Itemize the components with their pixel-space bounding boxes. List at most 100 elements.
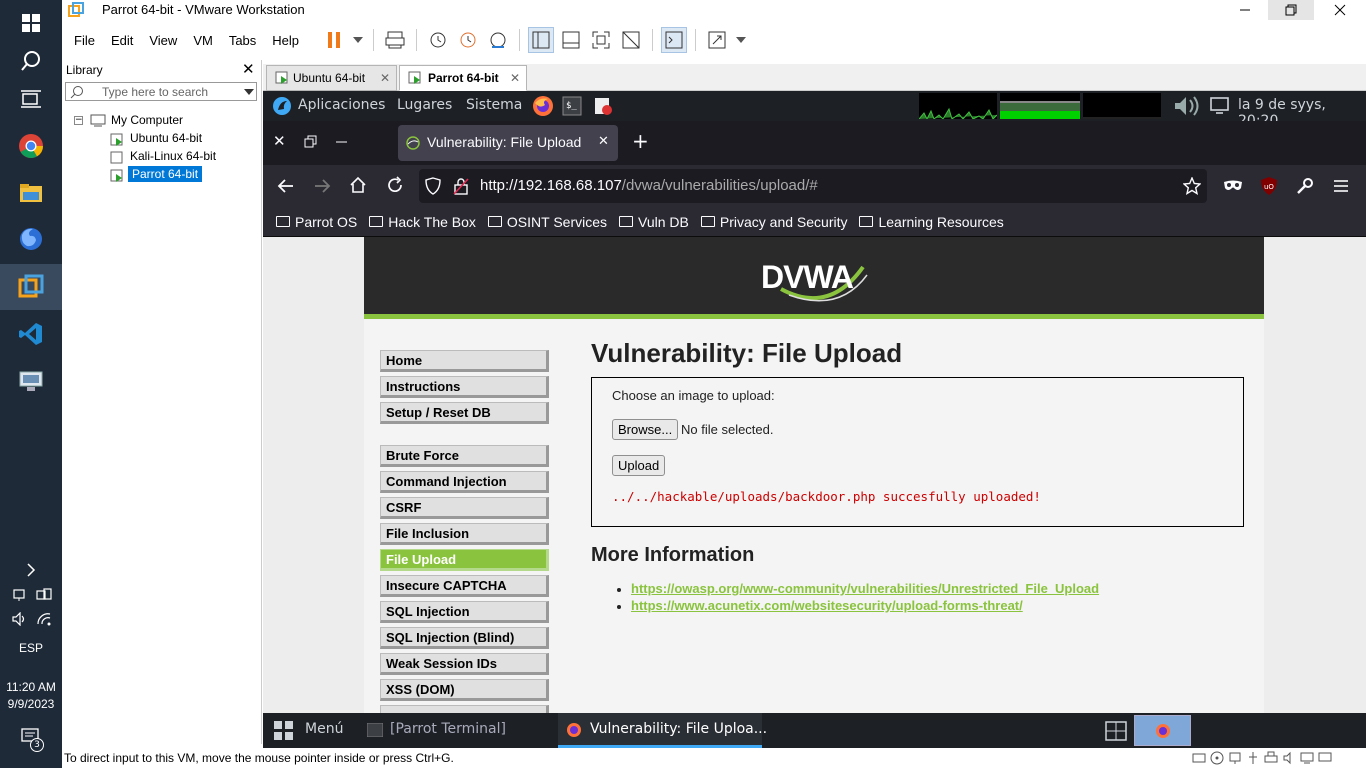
close-tab-icon[interactable]: ✕ — [510, 71, 520, 85]
hard-disk-icon[interactable] — [1192, 751, 1206, 765]
console-view-button[interactable] — [661, 27, 688, 53]
ublock-origin-icon[interactable]: uO — [1260, 176, 1278, 196]
tab-ubuntu[interactable]: Ubuntu 64-bit ✕ — [266, 65, 397, 91]
cd-drive-icon[interactable] — [1210, 751, 1224, 765]
restore-button[interactable] — [1268, 0, 1314, 20]
task-view-button[interactable] — [0, 76, 62, 122]
close-tab-icon[interactable]: ✕ — [598, 134, 609, 149]
usb-icon[interactable] — [1246, 751, 1260, 765]
close-tab-icon[interactable]: ✕ — [380, 71, 390, 85]
nav-command-injection[interactable]: Command Injection — [380, 471, 549, 493]
bookmark-hack-the-box[interactable]: Hack The Box — [369, 214, 476, 230]
file-explorer-taskbar-button[interactable] — [0, 170, 62, 216]
volume-icon[interactable] — [12, 612, 28, 626]
menu-lugares[interactable]: Lugares — [397, 97, 452, 113]
minimize-button[interactable] — [1222, 0, 1268, 20]
terminal-launcher-icon[interactable]: $_ — [562, 96, 582, 116]
home-icon[interactable] — [349, 176, 367, 194]
wifi-icon[interactable] — [36, 612, 52, 626]
private-mask-icon[interactable] — [1223, 178, 1243, 194]
taskbar-terminal[interactable]: [Parrot Terminal] — [390, 721, 506, 737]
firefox-taskbar-button[interactable] — [0, 216, 62, 262]
nav-sql-injection-blind[interactable]: SQL Injection (Blind) — [380, 627, 549, 649]
stretch-dropdown[interactable] — [734, 27, 748, 53]
workspace-1-active[interactable] — [1134, 715, 1191, 746]
nav-insecure-captcha[interactable]: Insecure CAPTCHA — [380, 575, 549, 597]
restore-icon[interactable] — [304, 135, 318, 149]
reload-icon[interactable] — [386, 176, 404, 194]
vmware-taskbar-button[interactable] — [0, 264, 62, 310]
nav-xss-dom[interactable]: XSS (DOM) — [380, 679, 549, 701]
menu-aplicaciones[interactable]: Aplicaciones — [298, 97, 385, 113]
input-language[interactable]: ESP — [0, 641, 62, 655]
clock-time[interactable]: 11:20 AM — [0, 680, 62, 694]
screenshot-launcher-icon[interactable] — [593, 96, 613, 116]
nav-home[interactable]: Home — [380, 350, 549, 372]
guest-screen[interactable]: Aplicaciones Lugares Sistema $_ la 9 de … — [263, 91, 1366, 748]
vscode-taskbar-button[interactable] — [0, 311, 62, 357]
power-dropdown[interactable] — [351, 27, 365, 53]
acunetix-link[interactable]: https://www.acunetix.com/websitesecurity… — [631, 598, 1023, 613]
full-screen-button[interactable] — [588, 27, 614, 53]
wrench-icon[interactable] — [1296, 177, 1314, 195]
bookmark-osint-services[interactable]: OSINT Services — [487, 214, 607, 230]
close-library-button[interactable]: ✕ — [242, 60, 255, 78]
tree-root-my-computer[interactable]: My Computer — [111, 113, 183, 127]
bookmark-parrot-os[interactable]: Parrot OS — [276, 214, 357, 230]
menu-file[interactable]: File — [62, 33, 103, 48]
menu-edit[interactable]: Edit — [103, 33, 141, 48]
bookmark-vuln-db[interactable]: Vuln DB — [619, 214, 689, 230]
nav-weak-session-ids[interactable]: Weak Session IDs — [380, 653, 549, 675]
sound-card-icon[interactable] — [1282, 751, 1296, 765]
snapshot-manager-button[interactable] — [485, 27, 511, 53]
remote-desktop-taskbar-button[interactable] — [0, 358, 62, 404]
bookmark-star-icon[interactable] — [1183, 177, 1201, 195]
caret-down-icon[interactable] — [244, 89, 254, 95]
tree-collapse-toggle[interactable]: − — [74, 116, 83, 125]
minimize-icon[interactable] — [335, 135, 349, 149]
show-library-button[interactable] — [528, 27, 555, 53]
insecure-lock-icon[interactable] — [453, 177, 469, 195]
nav-next-item-partial[interactable] — [380, 705, 549, 713]
menu-tabs[interactable]: Tabs — [221, 33, 264, 48]
notification-center-button[interactable]: 3 — [21, 728, 45, 754]
shield-icon[interactable] — [425, 177, 441, 195]
nav-file-inclusion[interactable]: File Inclusion — [380, 523, 549, 545]
app-grid-icon[interactable] — [274, 721, 294, 741]
send-ctrl-alt-del-button[interactable] — [382, 27, 408, 53]
close-window-button[interactable] — [1314, 0, 1366, 20]
menu-button[interactable]: Menú — [305, 721, 343, 737]
nav-csrf[interactable]: CSRF — [380, 497, 549, 519]
nav-file-upload[interactable]: File Upload — [380, 549, 549, 571]
close-window-icon[interactable]: ✕ — [273, 132, 286, 150]
tree-vm-kali[interactable]: Kali-Linux 64-bit — [130, 149, 216, 163]
forward-arrow-icon[interactable] — [313, 177, 331, 195]
clock-date[interactable]: 9/9/2023 — [0, 697, 62, 711]
bookmark-learning-resources[interactable]: Learning Resources — [859, 214, 1004, 230]
tree-vm-parrot-selected[interactable]: Parrot 64-bit — [128, 166, 203, 182]
browse-button[interactable]: Browse... — [612, 419, 679, 440]
network-adapter-icon[interactable] — [1228, 751, 1242, 765]
menu-sistema[interactable]: Sistema — [466, 97, 522, 113]
nav-sql-injection[interactable]: SQL Injection — [380, 601, 549, 623]
library-search-field[interactable]: Type here to search — [65, 82, 257, 101]
network-icon[interactable] — [12, 588, 26, 602]
back-arrow-icon[interactable] — [277, 177, 295, 195]
workspace-switcher-icon[interactable] — [1105, 721, 1127, 741]
bookmark-privacy-security[interactable]: Privacy and Security — [700, 214, 847, 230]
volume-icon[interactable] — [1173, 95, 1203, 117]
snapshot-button[interactable] — [425, 27, 451, 53]
url-bar[interactable]: http://192.168.68.107/dvwa/vulnerabiliti… — [419, 169, 1207, 203]
revert-snapshot-button[interactable] — [455, 27, 481, 53]
parrot-logo-icon[interactable] — [272, 96, 292, 116]
url-text[interactable]: http://192.168.68.107/dvwa/vulnerabiliti… — [480, 177, 818, 194]
upload-button[interactable]: Upload — [612, 455, 666, 476]
tab-parrot[interactable]: Parrot 64-bit ✕ — [399, 65, 527, 91]
show-hidden-icons-button[interactable] — [0, 550, 62, 590]
menu-view[interactable]: View — [141, 33, 185, 48]
devices-icon[interactable] — [36, 588, 52, 602]
hamburger-menu-icon[interactable] — [1333, 178, 1349, 194]
printer-icon[interactable] — [1264, 751, 1278, 765]
unity-button[interactable] — [618, 27, 644, 53]
new-tab-button[interactable]: + — [632, 129, 649, 153]
